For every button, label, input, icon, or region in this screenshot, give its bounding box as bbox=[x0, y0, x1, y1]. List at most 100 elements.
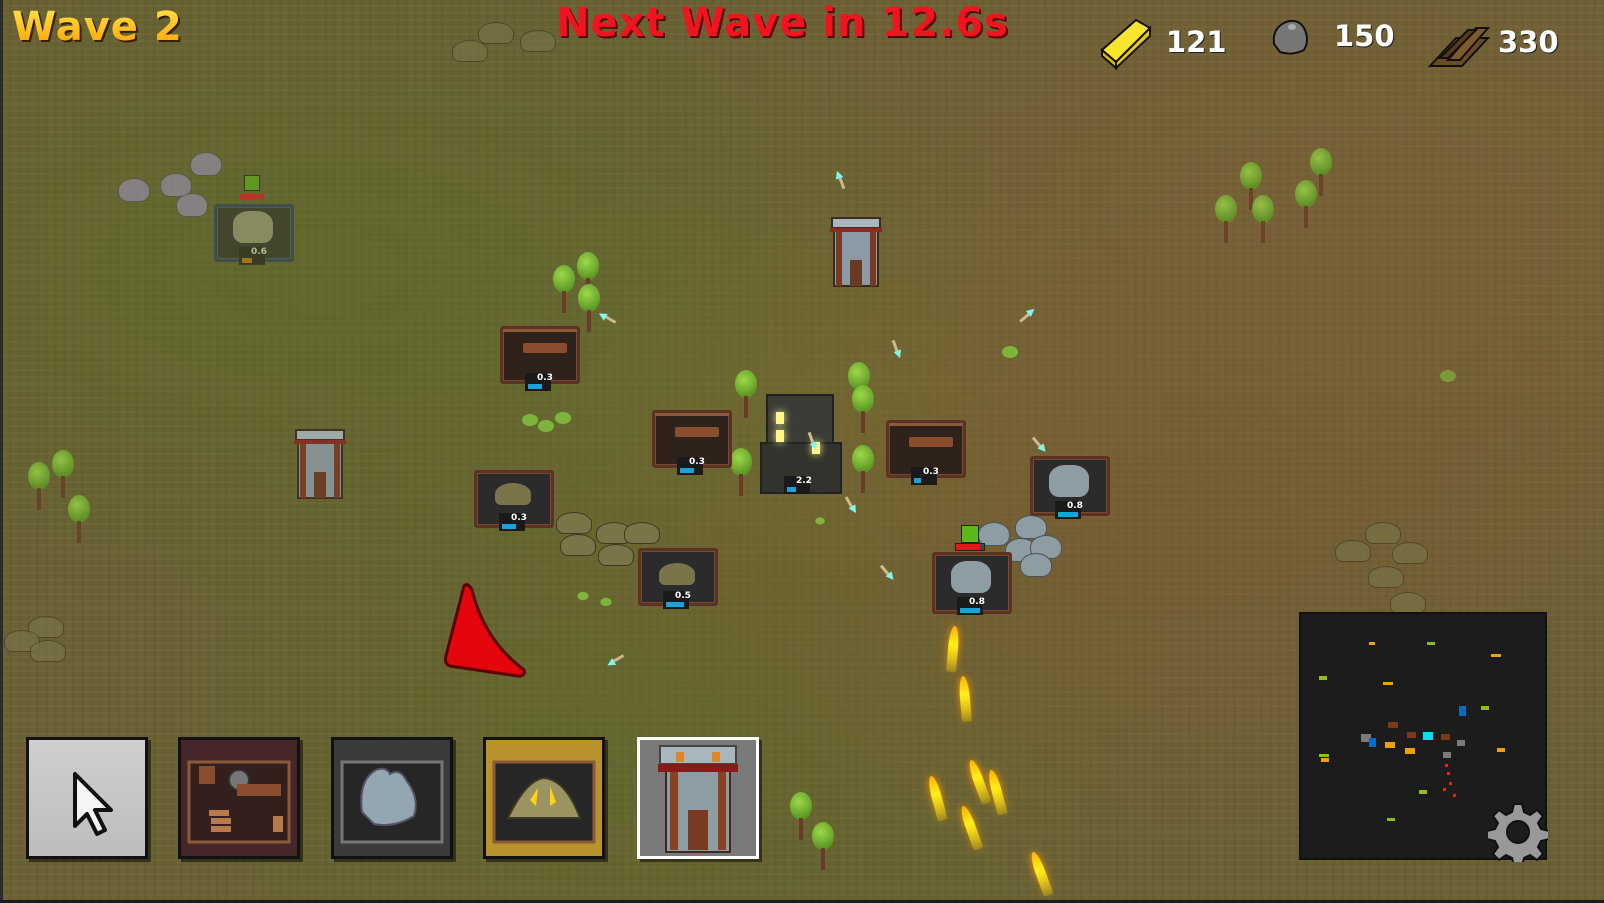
tree bbox=[553, 265, 575, 313]
stone-quarry[interactable]: 0.8 bbox=[932, 552, 1012, 615]
toolbar-slot-stone-quarry[interactable] bbox=[331, 737, 453, 859]
minimap-marker bbox=[1407, 732, 1416, 738]
lumber-mill[interactable]: 0.3 bbox=[652, 410, 732, 475]
gold-ore-node[interactable] bbox=[1392, 542, 1428, 564]
production-progress-bar bbox=[1058, 512, 1078, 517]
gold-ore-node[interactable] bbox=[1390, 592, 1426, 614]
gold-ore-node[interactable] bbox=[556, 512, 592, 534]
stone-node[interactable] bbox=[1020, 553, 1052, 577]
minimap-marker bbox=[1319, 676, 1327, 680]
worker-unit-icon[interactable] bbox=[244, 175, 260, 191]
tree bbox=[735, 370, 757, 418]
tree bbox=[1252, 195, 1274, 243]
tree bbox=[1240, 162, 1262, 210]
bush bbox=[577, 591, 589, 601]
gold-ore-node[interactable] bbox=[520, 30, 556, 52]
gold-ore-node[interactable] bbox=[30, 640, 66, 662]
gear-icon[interactable] bbox=[1488, 802, 1548, 862]
worker-unit-icon[interactable] bbox=[961, 525, 979, 543]
minimap-marker bbox=[1491, 654, 1501, 657]
production-badge: 0.8 bbox=[957, 597, 985, 615]
stone-amount: 150 bbox=[1334, 19, 1395, 53]
defense-tower[interactable] bbox=[292, 426, 348, 502]
production-rate: 0.3 bbox=[689, 457, 705, 467]
minimap-marker bbox=[1481, 706, 1489, 710]
tree bbox=[852, 385, 874, 433]
production-rate: 0.6 bbox=[251, 247, 267, 257]
next-wave-timer: Next Wave in 12.6s bbox=[556, 0, 1009, 46]
fireball-projectile bbox=[986, 768, 1008, 816]
fence bbox=[503, 329, 577, 332]
gold-ore-node[interactable] bbox=[1368, 566, 1404, 588]
production-progress-bar bbox=[960, 608, 980, 613]
minimap-marker bbox=[1405, 748, 1415, 754]
unit-health-bar bbox=[955, 543, 985, 551]
toolbar-slot-gold-mine[interactable] bbox=[483, 737, 605, 859]
gold-mine-icon bbox=[492, 760, 596, 844]
minimap-marker bbox=[1427, 642, 1435, 645]
minimap-marker bbox=[1321, 758, 1329, 762]
stone-icon bbox=[1272, 19, 1308, 55]
bush bbox=[1440, 370, 1456, 382]
stone-node[interactable] bbox=[176, 193, 208, 217]
gold-ore-node[interactable] bbox=[624, 522, 660, 544]
minimap-enemy bbox=[1447, 772, 1450, 775]
stone-quarry-ghost[interactable]: 0.6 bbox=[214, 204, 294, 265]
game-viewport[interactable]: Wave 2 Next Wave in 12.6s 121 150 330 2.… bbox=[0, 0, 1604, 903]
gold-ore-node[interactable] bbox=[478, 22, 514, 44]
town-hall-production: 2.2 bbox=[784, 476, 812, 494]
gold-ore-node[interactable] bbox=[1335, 540, 1371, 562]
minimap-marker bbox=[1443, 752, 1451, 758]
toolbar-slot-select[interactable] bbox=[26, 737, 148, 859]
production-progress-bar bbox=[787, 487, 796, 492]
tree bbox=[1310, 148, 1332, 196]
gold-mine[interactable]: 0.5 bbox=[638, 548, 718, 609]
toolbar-slot-tower[interactable] bbox=[637, 737, 759, 859]
wave-counter: Wave 2 bbox=[12, 4, 183, 50]
production-progress-bar bbox=[242, 258, 252, 263]
minimap-marker bbox=[1369, 642, 1375, 645]
gold-ore-node[interactable] bbox=[598, 544, 634, 566]
fence bbox=[655, 413, 729, 416]
minimap-marker bbox=[1385, 742, 1395, 748]
production-rate: 0.8 bbox=[1067, 501, 1083, 511]
production-progress-bar bbox=[680, 468, 694, 473]
gold-ore-node[interactable] bbox=[560, 534, 596, 556]
minimap-enemy bbox=[1449, 782, 1452, 785]
minimap-enemy bbox=[1443, 788, 1446, 791]
minimap-marker bbox=[1319, 754, 1329, 757]
gold-amount: 121 bbox=[1166, 25, 1227, 59]
minimap-marker bbox=[1457, 740, 1465, 746]
production-progress-bar bbox=[666, 602, 684, 607]
tree bbox=[577, 252, 599, 300]
production-progress-bar bbox=[502, 524, 516, 529]
town-hall[interactable]: 2.2 bbox=[760, 394, 842, 494]
arrow-projectile bbox=[844, 496, 855, 510]
fireball-projectile bbox=[946, 625, 960, 673]
window-edge bbox=[0, 0, 3, 903]
tree bbox=[852, 445, 874, 493]
arrow-projectile bbox=[837, 174, 846, 190]
lumber-mill-icon bbox=[187, 760, 291, 844]
stone-quarry[interactable]: 0.8 bbox=[1030, 456, 1110, 519]
bush bbox=[522, 414, 538, 426]
stone-node[interactable] bbox=[118, 178, 150, 202]
minimap-marker bbox=[1369, 738, 1376, 747]
defense-tower[interactable] bbox=[828, 214, 884, 290]
lumber-mill[interactable]: 0.3 bbox=[886, 420, 966, 485]
production-badge: 0.3 bbox=[499, 513, 527, 531]
tree bbox=[730, 448, 752, 496]
wood-amount: 330 bbox=[1498, 25, 1559, 59]
arrow-projectile bbox=[1031, 436, 1044, 450]
stone-node[interactable] bbox=[190, 152, 222, 176]
lumber-mill[interactable]: 0.3 bbox=[500, 326, 580, 391]
gold-mine[interactable]: 0.3 bbox=[474, 470, 554, 531]
minimap-marker bbox=[1388, 722, 1398, 728]
bush bbox=[815, 517, 825, 525]
minimap-enemy bbox=[1453, 794, 1456, 797]
fence bbox=[889, 423, 963, 426]
arrow-projectile bbox=[602, 314, 617, 324]
gold-ore-node[interactable] bbox=[1365, 522, 1401, 544]
production-badge: 0.3 bbox=[911, 467, 939, 485]
toolbar-slot-lumber-mill[interactable] bbox=[178, 737, 300, 859]
